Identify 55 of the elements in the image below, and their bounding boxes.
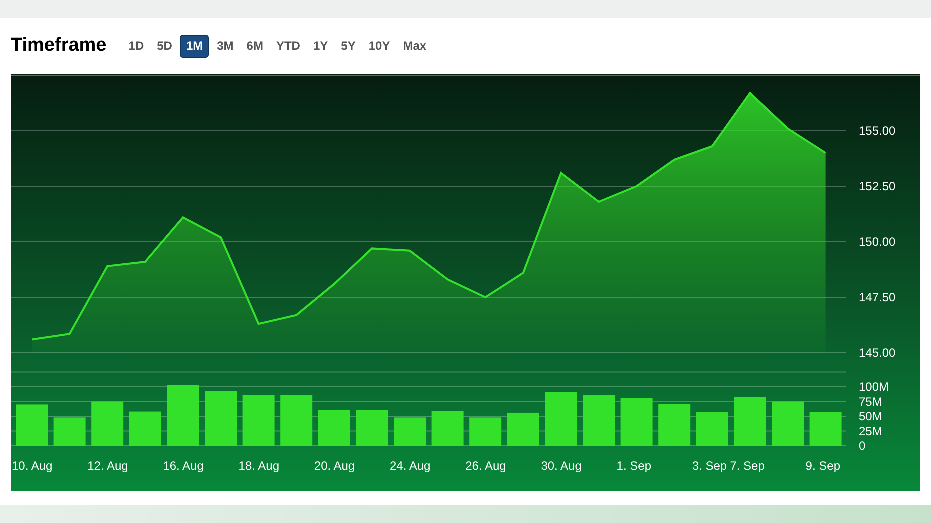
volume-bar — [54, 418, 86, 446]
volume-bar — [129, 412, 162, 446]
axis-label: 12. Aug — [88, 459, 128, 473]
volume-bar — [507, 412, 540, 446]
axis-label: 30. Aug — [541, 459, 582, 473]
axis-label: 50M — [859, 410, 882, 424]
timeframe-tab[interactable]: 1M — [180, 34, 210, 58]
axis-label: 100M — [859, 380, 890, 394]
axis-label: 7. Sep — [730, 459, 765, 473]
axis-label: 1. Sep — [616, 459, 652, 473]
volume-bar — [394, 418, 426, 446]
volume-bar — [583, 395, 615, 446]
volume-bar — [242, 395, 275, 446]
volume-bar — [734, 397, 766, 446]
volume-bar — [167, 385, 200, 446]
volume-bar — [658, 404, 691, 446]
axis-label: 155.00 — [859, 124, 896, 138]
timeframe-tab[interactable]: 5D — [152, 34, 178, 58]
volume-bar — [205, 391, 237, 446]
volume-bar — [470, 418, 502, 446]
timeframe-tab[interactable]: 1Y — [308, 34, 334, 58]
volume-bar — [356, 410, 388, 446]
timeframe-tab[interactable]: 10Y — [364, 34, 396, 58]
axis-label: 0 — [859, 439, 866, 453]
axis-label: 26. Aug — [466, 459, 506, 473]
volume-bar — [620, 398, 653, 446]
timeframe-tab[interactable]: 6M — [242, 34, 268, 58]
axis-label: 145.00 — [859, 346, 896, 360]
volume-bar — [696, 412, 728, 446]
volume-bar — [545, 392, 578, 446]
axis-label: 18. Aug — [238, 459, 280, 473]
timeframe-tab[interactable]: 3M — [212, 34, 239, 58]
axis-label: 25M — [859, 424, 882, 438]
volume-bar — [280, 395, 313, 446]
axis-label: 9. Sep — [806, 459, 840, 473]
axis-label: 150.00 — [859, 235, 896, 249]
axis-label: 152.50 — [859, 180, 896, 194]
axis-label: 3. Sep — [692, 459, 728, 473]
axis-label: 20. Aug — [314, 459, 356, 473]
volume-bar — [16, 404, 48, 446]
timeframe-tab[interactable]: 5Y — [336, 34, 361, 58]
axis-label: 75M — [859, 394, 882, 409]
volume-bar — [92, 402, 124, 446]
volume-bar — [432, 411, 464, 446]
volume-bar — [810, 412, 842, 446]
axis-label: 10. Aug — [12, 459, 53, 473]
axis-label: 16. Aug — [163, 459, 204, 473]
axis-label: 147.50 — [859, 290, 896, 304]
timeframe-tab[interactable]: YTD — [271, 34, 306, 58]
volume-bar — [318, 410, 350, 446]
volume-bar — [772, 402, 804, 446]
timeframe-tab[interactable]: Max — [398, 34, 432, 58]
title: Timeframe — [11, 34, 107, 58]
axis-label: 24. Aug — [390, 459, 431, 473]
timeframe-tab[interactable]: 1D — [124, 34, 150, 58]
